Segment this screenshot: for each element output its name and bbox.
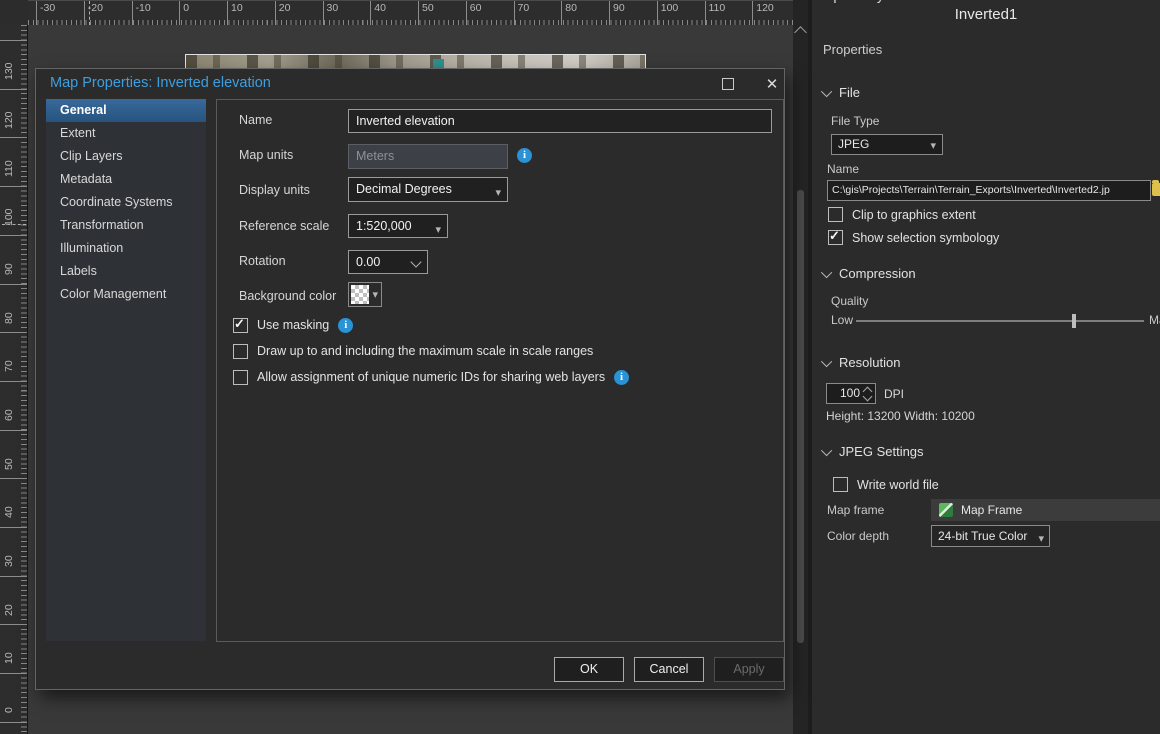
cancel-button[interactable]: Cancel — [634, 657, 704, 682]
close-window-button[interactable]: ✕ — [755, 72, 789, 95]
world-file-row: ✓ Write world file — [833, 477, 939, 492]
selection-symbology-checkbox[interactable]: ✓ — [828, 230, 843, 245]
chevron-down-icon — [821, 85, 832, 96]
compression-section-header[interactable]: Compression — [824, 266, 916, 281]
chevron-down-icon: ▾ — [1038, 529, 1044, 549]
world-file-checkbox[interactable]: ✓ — [833, 477, 848, 492]
spinner-arrows-icon[interactable] — [863, 385, 873, 402]
chevron-down-icon: ▾ — [495, 182, 501, 204]
color-depth-select[interactable]: 24-bit True Color ▾ — [931, 525, 1050, 547]
chevron-down-icon: ▾ — [372, 288, 378, 301]
restore-icon — [722, 78, 734, 90]
info-icon[interactable]: i — [517, 148, 532, 163]
nav-item-labels[interactable]: Labels — [46, 260, 206, 283]
dimensions-text: Height: 13200 Width: 10200 — [826, 409, 975, 423]
ok-button[interactable]: OK — [554, 657, 624, 682]
nav-item-transformation[interactable]: Transformation — [46, 214, 206, 237]
dialog-content: Name Inverted elevation Map units Meters… — [216, 99, 784, 642]
file-path-input[interactable]: C:\gis\Projects\Terrain\Terrain_Exports\… — [827, 180, 1151, 201]
rotation-combo[interactable]: 0.00 — [348, 250, 428, 274]
use-masking-checkbox[interactable]: ✓ — [233, 318, 248, 333]
apply-button: Apply — [714, 657, 784, 682]
quality-label: Quality — [831, 294, 868, 308]
jpeg-settings-section-header[interactable]: JPEG Settings — [824, 444, 924, 459]
ruler-vertical: 1301201101009080706050403020100-10 — [0, 25, 28, 734]
map-units-label: Map units — [239, 148, 293, 162]
color-depth-label: Color depth — [827, 529, 889, 543]
rotation-label: Rotation — [239, 254, 286, 268]
map-frame-icon — [939, 503, 953, 517]
chevron-down-icon: ▾ — [435, 219, 441, 241]
use-masking-row: ✓ Use masking i — [233, 317, 353, 333]
map-units-input: Meters — [348, 144, 508, 169]
file-type-select[interactable]: JPEG▾ — [831, 134, 943, 155]
selection-symbology-row: ✓ Show selection symbology — [828, 230, 999, 245]
browse-folder-icon[interactable] — [1152, 183, 1160, 196]
resolution-section-header[interactable]: Resolution — [824, 355, 900, 370]
ruler-horizontal: -30-20-100102030405060708090100110120 — [28, 0, 793, 27]
chevron-down-icon — [821, 266, 832, 277]
nav-item-illumination[interactable]: Illumination — [46, 237, 206, 260]
unique-ids-checkbox[interactable]: ✓ — [233, 370, 248, 385]
map-properties-dialog: Map Properties: Inverted elevation ✕ Gen… — [35, 68, 785, 690]
chevron-down-icon — [821, 444, 832, 455]
nav-item-metadata[interactable]: Metadata — [46, 168, 206, 191]
nav-item-color-management[interactable]: Color Management — [46, 283, 206, 306]
dpi-spinner[interactable]: 100 — [826, 383, 876, 404]
reference-scale-label: Reference scale — [239, 219, 329, 233]
info-icon[interactable]: i — [338, 318, 353, 333]
chevron-down-icon — [410, 256, 421, 267]
quality-slider[interactable] — [856, 320, 1144, 322]
pane-header-clipped: Export Layout — [817, 0, 903, 3]
scrollbar-thumb[interactable] — [797, 190, 804, 643]
export-pane: Export Layout Inverted1 Properties File … — [812, 0, 1160, 734]
map-frame-select[interactable]: Map Frame — [931, 499, 1160, 521]
scroll-up-icon[interactable] — [794, 26, 807, 39]
dialog-title: Map Properties: Inverted elevation — [50, 75, 271, 91]
dpi-unit-label: DPI — [884, 387, 904, 401]
layout-scrollbar[interactable] — [793, 0, 808, 734]
map-name-input[interactable]: Inverted elevation — [348, 109, 772, 133]
draw-max-scale-row: ✓ Draw up to and including the maximum s… — [233, 343, 593, 359]
file-name-label: Name — [827, 162, 859, 176]
transparent-color-swatch — [351, 285, 369, 304]
dialog-nav: General Extent Clip Layers Metadata Coor… — [46, 99, 206, 641]
name-label: Name — [239, 113, 272, 127]
file-type-label: File Type — [831, 114, 879, 128]
chevron-down-icon: ▾ — [930, 137, 936, 156]
quality-low-label: Low — [831, 313, 853, 327]
properties-label: Properties — [823, 42, 882, 57]
draw-max-scale-checkbox[interactable]: ✓ — [233, 344, 248, 359]
nav-item-clip-layers[interactable]: Clip Layers — [46, 145, 206, 168]
clip-graphics-row: ✓ Clip to graphics extent — [828, 207, 976, 222]
nav-item-coordinate-systems[interactable]: Coordinate Systems — [46, 191, 206, 214]
info-icon[interactable]: i — [614, 370, 629, 385]
restore-window-button[interactable] — [711, 72, 745, 95]
export-item-name: Inverted1 — [812, 6, 1160, 23]
display-units-label: Display units — [239, 183, 310, 197]
background-color-picker[interactable]: ▾ — [348, 282, 382, 307]
reference-scale-combo[interactable]: 1:520,000▾ — [348, 214, 448, 238]
unique-ids-row: ✓ Allow assignment of unique numeric IDs… — [233, 369, 629, 385]
quality-max-label: Max — [1149, 313, 1160, 327]
ruler-corner — [0, 0, 29, 26]
file-section-header[interactable]: File — [824, 85, 860, 100]
background-color-label: Background color — [239, 289, 336, 303]
chevron-down-icon — [821, 355, 832, 366]
nav-item-extent[interactable]: Extent — [46, 122, 206, 145]
map-frame-label: Map frame — [827, 503, 884, 517]
quality-slider-handle[interactable] — [1072, 314, 1076, 328]
nav-item-general[interactable]: General — [46, 99, 206, 122]
display-units-select[interactable]: Decimal Degrees▾ — [348, 177, 508, 202]
clip-graphics-checkbox[interactable]: ✓ — [828, 207, 843, 222]
